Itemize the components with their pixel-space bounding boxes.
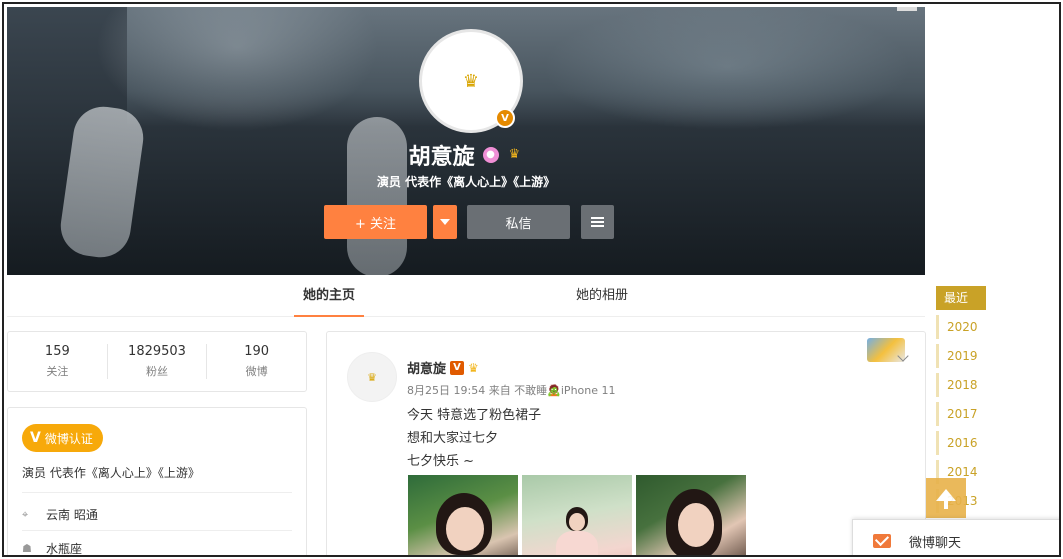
verified-v-icon: V (30, 430, 41, 446)
location-pin-icon: ⌖ (22, 507, 29, 521)
photo-dress (556, 531, 598, 555)
timeline-year[interactable]: 2017 (936, 402, 986, 426)
timeline-year[interactable]: 2019 (936, 344, 986, 368)
stat-posts[interactable]: 190 微博 (207, 344, 306, 379)
location-text: 云南 昭通 (46, 508, 98, 522)
cake-icon: ☗ (22, 542, 32, 555)
stat-value: 190 (244, 344, 270, 359)
verified-badge-icon: V (495, 108, 515, 128)
zodiac-text: 水瓶座 (46, 542, 83, 556)
profile-name-row: 胡意旋 ● ♛ (7, 139, 925, 171)
arrow-up-icon (936, 489, 956, 509)
post-photo[interactable] (636, 475, 746, 555)
photo-face (446, 507, 484, 551)
timeline-year[interactable]: 2018 (936, 373, 986, 397)
chat-label: 微博聊天 (909, 535, 962, 551)
photo-face (678, 503, 714, 547)
post-author-row: 胡意旋 V ♛ (407, 358, 479, 377)
stat-label: 微博 (245, 365, 268, 378)
profile-name: 胡意旋 (408, 145, 475, 170)
chevron-down-icon (440, 219, 450, 225)
profile-description: 演员 代表作《离人心上》《上游》 (376, 175, 556, 189)
divider (22, 530, 292, 531)
divider (22, 492, 292, 493)
post-author[interactable]: 胡意旋 (407, 358, 446, 377)
menu-icon (591, 217, 604, 227)
photo-face (569, 513, 585, 531)
post-avatar[interactable]: ♛ (347, 352, 397, 402)
stat-label: 关注 (46, 365, 69, 378)
timeline-recent[interactable]: 最近 (936, 286, 986, 310)
tab-home[interactable]: 她的主页 (294, 275, 364, 317)
more-menu-button[interactable] (581, 205, 614, 239)
profile-info-card: V 微博认证 演员 代表作《离人心上》《上游》 ⌖ 云南 昭通 ☗ 水瓶座 (7, 407, 307, 556)
post-photo[interactable] (408, 475, 518, 555)
stat-value: 1829503 (128, 344, 186, 359)
chat-dock[interactable]: 微博聊天 (852, 519, 1059, 555)
verify-label: 微博认证 (44, 431, 93, 446)
follow-dropdown-button[interactable] (433, 205, 457, 239)
cover-bed (127, 7, 925, 127)
crown-icon: ♛ (367, 370, 377, 384)
post-card: ♛ 胡意旋 V ♛ 8月25日 19:54 来自 不敢睡🧟iPhone 11 今… (326, 331, 926, 555)
message-button[interactable]: 私信 (467, 205, 570, 239)
post-text-line: 想和大家过七夕 (407, 431, 499, 446)
post-meta: 8月25日 19:54 来自 不敢睡🧟iPhone 11 (407, 384, 616, 397)
crown-badge-icon[interactable]: ♛ (505, 147, 523, 163)
post-text-line: 七夕快乐 ~ (407, 454, 475, 469)
verify-description: 演员 代表作《离人心上》《上游》 (22, 466, 200, 480)
mail-icon (873, 534, 891, 548)
scrollbar[interactable] (897, 7, 917, 11)
stat-value: 159 (44, 344, 70, 359)
post-text-line: 今天 特意选了粉色裙子 (407, 408, 542, 423)
profile-tabs: 她的主页 她的相册 (7, 275, 925, 317)
browser-frame: ♛ V 胡意旋 ● ♛ 演员 代表作《离人心上》《上游》 + 关注 私信 她的主… (2, 2, 1061, 557)
verified-v-icon: V (450, 360, 465, 375)
crown-badge-icon: ♛ (468, 360, 479, 375)
zodiac-row: ☗ 水瓶座 (22, 540, 83, 556)
crown-icon: ♛ (462, 70, 480, 92)
stat-following[interactable]: 159 关注 (8, 344, 108, 379)
stat-followers[interactable]: 1829503 粉丝 (108, 344, 208, 379)
tab-album[interactable]: 她的相册 (567, 275, 637, 317)
stats-card: 159 关注 1829503 粉丝 190 微博 (7, 331, 307, 392)
timeline-year[interactable]: 2020 (936, 315, 986, 339)
cover-image: ♛ V 胡意旋 ● ♛ 演员 代表作《离人心上》《上游》 + 关注 私信 (7, 7, 925, 275)
back-to-top-button[interactable] (926, 478, 966, 518)
member-icon[interactable]: ● (482, 147, 499, 163)
stat-label: 粉丝 (146, 365, 168, 378)
follow-button[interactable]: + 关注 (324, 205, 427, 239)
timeline-year[interactable]: 2016 (936, 431, 986, 455)
post-photo[interactable] (522, 475, 632, 555)
location-row: ⌖ 云南 昭通 (22, 506, 98, 523)
verify-badge[interactable]: V 微博认证 (22, 424, 103, 452)
